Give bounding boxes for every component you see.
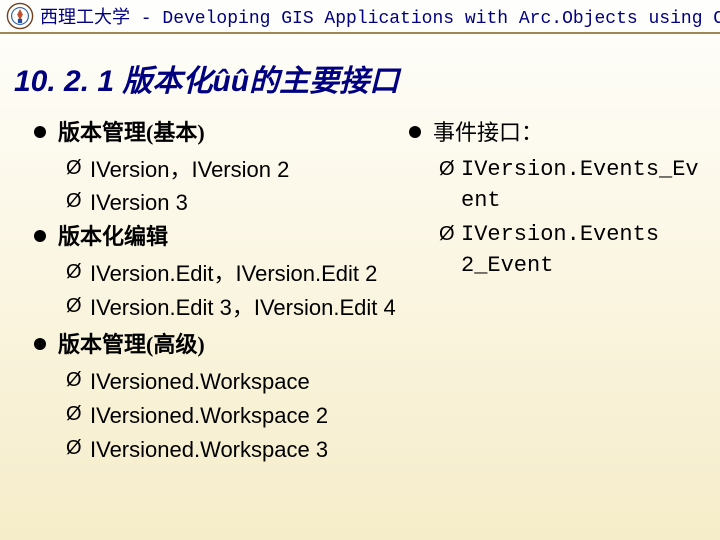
section-heading: 版本化编辑 [34, 222, 409, 253]
header-text: 西理工大学 - Developing GIS Applications with… [40, 3, 720, 29]
course-title: Developing GIS Applications with Arc.Obj… [162, 9, 720, 29]
right-column: 事件接口： IVersion.Events_Event IVersion.Eve… [409, 118, 720, 468]
left-column: 版本管理(基本) IVersion，IVersion 2 IVersion 3 … [34, 118, 409, 468]
list-item: IVersion 3 [34, 188, 409, 218]
list-item: IVersion.Edit 3，IVersion.Edit 4 [34, 293, 409, 323]
list-item: IVersioned.Workspace 2 [34, 401, 409, 431]
list-item: IVersioned.Workspace [34, 367, 409, 397]
list-item: IVersion.Events_Event [409, 155, 720, 217]
list-item: IVersion，IVersion 2 [34, 155, 409, 185]
list-item: IVersion.Edit，IVersion.Edit 2 [34, 259, 409, 289]
university-logo-icon [6, 2, 34, 30]
header-separator: - [130, 9, 162, 29]
slide-content: 版本管理(基本) IVersion，IVersion 2 IVersion 3 … [0, 118, 720, 468]
list-item: IVersion.Events 2_Event [409, 220, 720, 282]
section-heading: 版本管理(基本) [34, 118, 409, 149]
slide-header: 西理工大学 - Developing GIS Applications with… [0, 0, 720, 34]
section-heading: 事件接口： [409, 118, 720, 149]
slide-title: 10. 2. 1 版本化ûû的主要接口 [14, 56, 720, 100]
list-item: IVersioned.Workspace 3 [34, 435, 409, 465]
university-name: 西理工大学 [40, 9, 130, 29]
section-heading: 版本管理(高级) [34, 330, 409, 361]
